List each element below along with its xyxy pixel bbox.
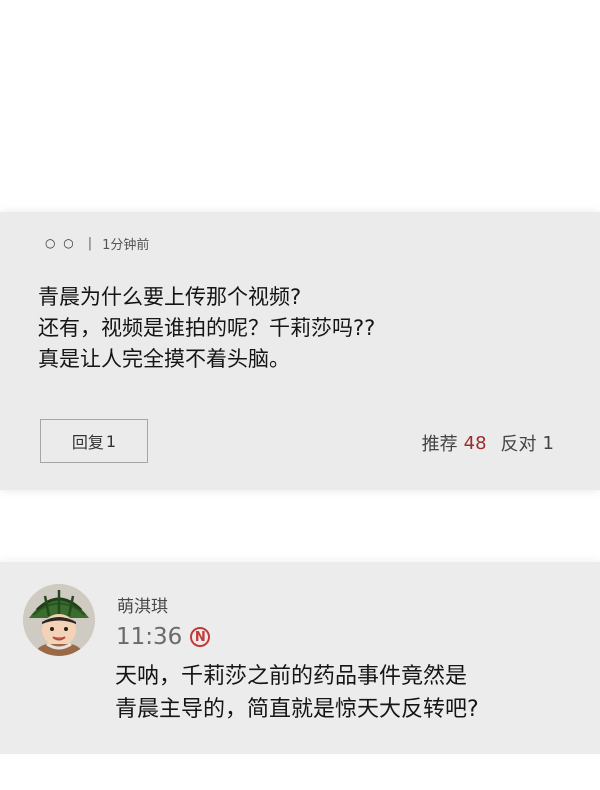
comment-line: 真是让人完全摸不着头脑。	[38, 347, 290, 371]
oppose-count: 1	[542, 432, 554, 454]
message-line: 天呐，千莉莎之前的药品事件竟然是	[115, 664, 468, 689]
vote-bar: 推荐 48 反对 1	[422, 430, 554, 456]
reply-count: 1	[105, 431, 117, 451]
message-timestamp: 11:36 N	[116, 624, 211, 650]
comment-line: 青晨为什么要上传那个视频?	[38, 285, 302, 309]
sender-name[interactable]: 萌淇琪	[117, 592, 168, 617]
message-time: 11:36	[116, 624, 183, 650]
recommend-label: 推荐	[421, 434, 458, 455]
oppose-button[interactable]: 反对 1	[501, 430, 554, 456]
avatar-illustration	[23, 584, 95, 656]
chat-message: 萌淇琪 11:36 N 天呐，千莉莎之前的药品事件竟然是 青晨主导的，简直就是惊…	[0, 562, 600, 754]
comment-meta: ○ ○ | 1分钟前	[45, 234, 150, 253]
recommend-button[interactable]: 推荐 48	[422, 430, 487, 456]
meta-separator: |	[87, 235, 93, 251]
comment-body: 青晨为什么要上传那个视频? 还有，视频是谁拍的呢？千莉莎吗?? 真是让人完全摸不…	[38, 282, 375, 375]
new-badge-icon: N	[190, 627, 211, 647]
reply-button[interactable]: 回复 1	[40, 419, 148, 463]
recommend-count: 48	[463, 432, 487, 454]
comment-username[interactable]: ○ ○	[45, 236, 76, 250]
comment-card: ○ ○ | 1分钟前 青晨为什么要上传那个视频? 还有，视频是谁拍的呢？千莉莎吗…	[0, 212, 600, 490]
oppose-label: 反对	[500, 434, 537, 455]
comment-time: 1分钟前	[102, 237, 150, 253]
message-line: 青晨主导的，简直就是惊天大反转吧?	[115, 697, 479, 722]
avatar-icon[interactable]	[23, 584, 95, 656]
reply-label: 回复	[71, 433, 104, 452]
message-text: 天呐，千莉莎之前的药品事件竟然是 青晨主导的，简直就是惊天大反转吧?	[115, 660, 479, 726]
comment-line: 还有，视频是谁拍的呢？千莉莎吗??	[38, 316, 376, 340]
